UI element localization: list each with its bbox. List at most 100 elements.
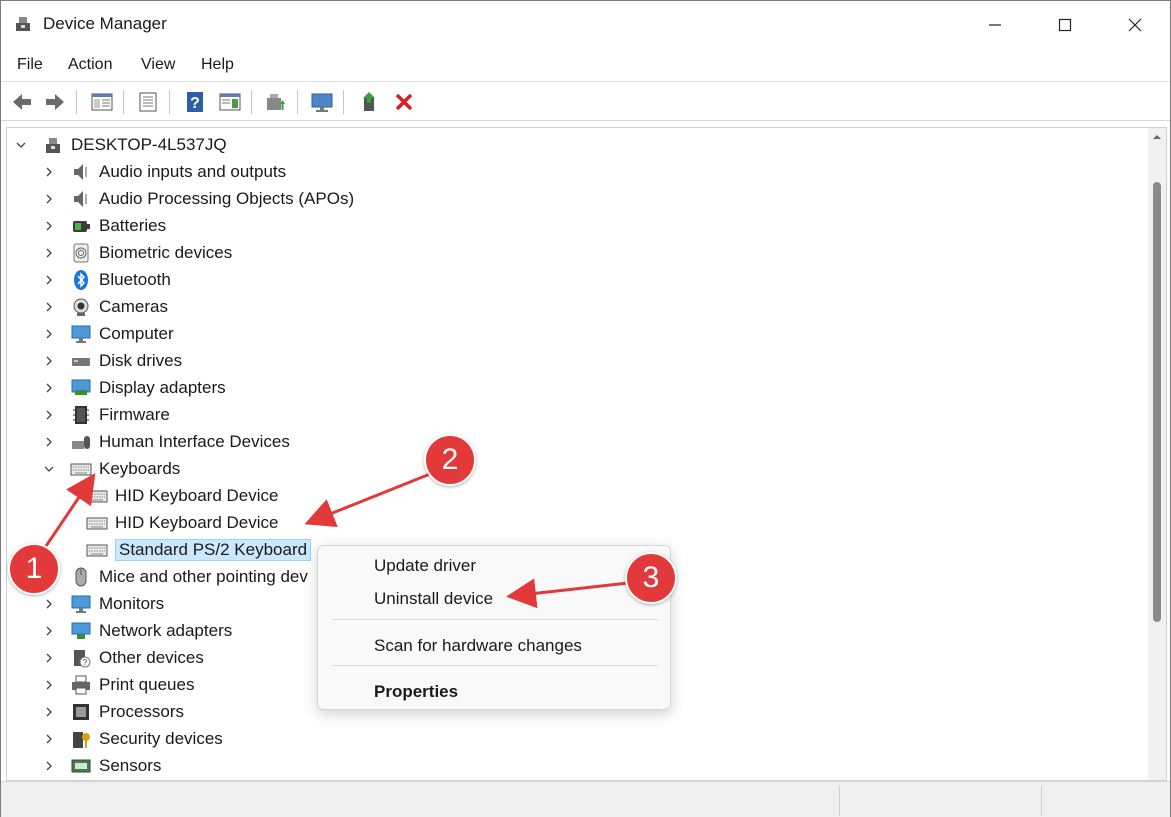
action-pane-icon — [219, 93, 241, 111]
back-button[interactable] — [8, 88, 36, 116]
tree-item[interactable]: Audio Processing Objects (APOs) — [43, 185, 354, 212]
tree-item[interactable]: HID Keyboard Device — [71, 509, 278, 536]
chevron-right-icon[interactable] — [43, 301, 55, 313]
show-hide-tree-button[interactable] — [88, 88, 116, 116]
close-button[interactable] — [1112, 1, 1158, 48]
tree-item[interactable]: Cameras — [43, 293, 168, 320]
annotation-badge-2: 2 — [424, 434, 476, 486]
tree-item[interactable]: Disk drives — [43, 347, 182, 374]
chevron-down-icon[interactable] — [43, 463, 55, 475]
chevron-right-icon[interactable] — [43, 274, 55, 286]
tree-item[interactable]: Batteries — [43, 212, 166, 239]
chevron-right-icon[interactable] — [43, 355, 55, 367]
hid-icon — [69, 431, 93, 453]
chevron-down-icon[interactable] — [15, 139, 27, 151]
chevron-right-icon[interactable] — [43, 706, 55, 718]
svg-text:?: ? — [83, 658, 88, 667]
tree-root[interactable]: DESKTOP-4L537JQ — [15, 131, 227, 158]
tree-item[interactable]: Biometric devices — [43, 239, 232, 266]
tree-item[interactable]: Network adapters — [43, 617, 232, 644]
chevron-right-icon[interactable] — [43, 166, 55, 178]
maximize-button[interactable] — [1042, 1, 1088, 48]
ctx-scan-hardware[interactable]: Scan for hardware changes — [374, 636, 582, 656]
chevron-right-icon[interactable] — [43, 652, 55, 664]
tree-item-label: Display adapters — [99, 377, 226, 397]
tree-item-label: HID Keyboard Device — [115, 512, 279, 532]
tree-item[interactable]: Security devices — [43, 725, 223, 752]
menu-view[interactable]: View — [141, 56, 175, 74]
keyboard-icon — [85, 512, 109, 534]
tree-item[interactable]: Mice and other pointing dev — [43, 563, 308, 590]
ctx-properties[interactable]: Properties — [374, 682, 458, 702]
tree-item[interactable]: Audio inputs and outputs — [43, 158, 286, 185]
tree-item[interactable]: Sensors — [43, 752, 161, 779]
menu-action[interactable]: Action — [68, 56, 112, 74]
chevron-right-icon[interactable] — [43, 625, 55, 637]
menu-file[interactable]: File — [17, 56, 43, 74]
camera-icon — [69, 296, 93, 318]
ctx-update-driver[interactable]: Update driver — [374, 556, 476, 576]
mouse-icon — [69, 566, 93, 588]
tree-item[interactable]: Standard PS/2 Keyboard — [71, 536, 312, 563]
processor-icon — [69, 701, 93, 723]
keyboard-icon — [85, 485, 109, 507]
chevron-right-icon[interactable] — [43, 220, 55, 232]
tree-item[interactable]: Print queues — [43, 671, 194, 698]
tree-item[interactable]: Keyboards — [43, 455, 180, 482]
chevron-right-icon[interactable] — [43, 436, 55, 448]
tree-item-label: Firmware — [99, 404, 170, 424]
vertical-scrollbar[interactable] — [1148, 128, 1166, 780]
chevron-right-icon[interactable] — [43, 760, 55, 772]
keyboard-icon — [69, 458, 93, 480]
disk-icon — [69, 350, 93, 372]
tree-item[interactable]: Display adapters — [43, 374, 226, 401]
tree-item[interactable]: ? Other devices — [43, 644, 204, 671]
update-driver-toolbar-button[interactable] — [262, 88, 290, 116]
chevron-right-icon[interactable] — [43, 679, 55, 691]
chevron-right-icon[interactable] — [43, 382, 55, 394]
tree-item-label: Sensors — [99, 755, 162, 775]
chevron-right-icon[interactable] — [43, 328, 55, 340]
uninstall-device-toolbar-button[interactable] — [390, 88, 418, 116]
battery-icon — [69, 215, 93, 237]
tree-item[interactable]: Firmware — [43, 401, 170, 428]
tree-item-label: Batteries — [99, 215, 167, 235]
scroll-thumb[interactable] — [1153, 182, 1161, 622]
menu-help[interactable]: Help — [201, 56, 234, 74]
ctx-separator — [332, 619, 658, 620]
tree-item[interactable]: Computer — [43, 320, 174, 347]
tree-item[interactable]: Processors — [43, 698, 184, 725]
action-pane-button[interactable] — [216, 88, 244, 116]
tree-item-label: Security devices — [99, 728, 223, 748]
properties-icon — [139, 92, 157, 112]
scroll-up-icon[interactable] — [1152, 132, 1162, 142]
tree-item[interactable]: Human Interface Devices — [43, 428, 290, 455]
properties-toolbar-button[interactable] — [134, 88, 162, 116]
tree-item-label: Monitors — [99, 593, 165, 613]
network-icon — [69, 620, 93, 642]
tree-item[interactable]: Bluetooth — [43, 266, 171, 293]
enable-device-toolbar-button[interactable] — [356, 88, 384, 116]
minimize-button[interactable] — [972, 1, 1018, 48]
ctx-uninstall-device[interactable]: Uninstall device — [374, 589, 493, 609]
forward-button[interactable] — [41, 88, 69, 116]
chevron-right-icon[interactable] — [43, 193, 55, 205]
chevron-right-icon[interactable] — [43, 598, 55, 610]
other-device-icon: ? — [69, 647, 93, 669]
tree-item[interactable]: Monitors — [43, 590, 164, 617]
tree-item-label: HID Keyboard Device — [115, 485, 279, 505]
chevron-right-icon[interactable] — [43, 733, 55, 745]
console-tree-icon — [91, 93, 113, 111]
scan-hardware-toolbar-button[interactable] — [308, 88, 336, 116]
monitor-icon — [69, 593, 93, 615]
chevron-right-icon[interactable] — [43, 247, 55, 259]
chevron-right-icon[interactable] — [43, 409, 55, 421]
annotation-badge-1: 1 — [8, 543, 60, 595]
status-bar — [1, 781, 1170, 817]
help-toolbar-button[interactable]: ? — [181, 88, 209, 116]
tree-item[interactable]: HID Keyboard Device — [71, 482, 278, 509]
device-manager-icon — [13, 14, 33, 34]
update-driver-icon — [267, 94, 285, 110]
toolbar: ? — [1, 81, 1170, 121]
